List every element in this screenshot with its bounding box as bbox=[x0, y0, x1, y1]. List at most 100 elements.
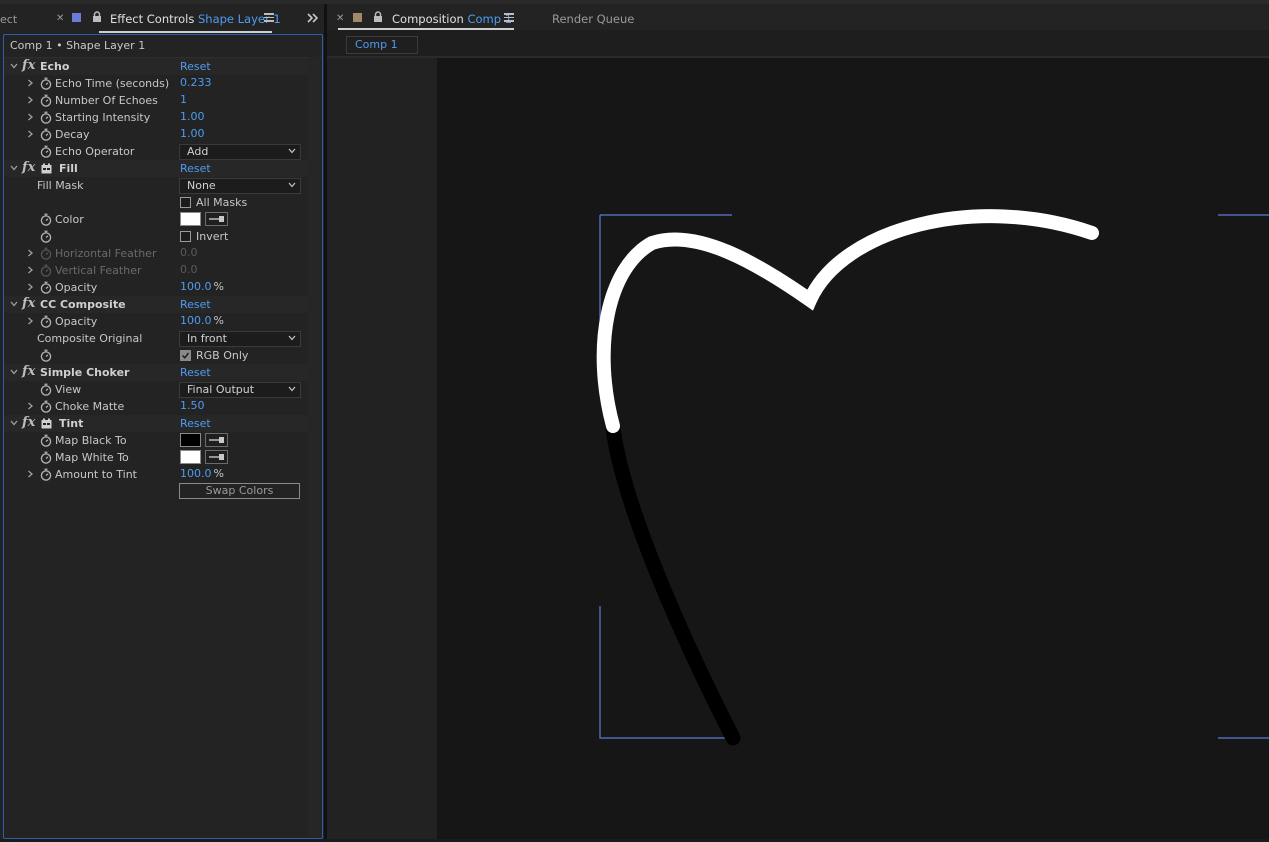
param-value: 0.0 bbox=[180, 263, 198, 276]
stopwatch-icon[interactable] bbox=[40, 434, 52, 447]
comp-artwork bbox=[596, 209, 1269, 746]
stopwatch-icon[interactable] bbox=[40, 468, 52, 481]
param-name: Echo Time (seconds) bbox=[55, 77, 170, 90]
eyedropper-icon[interactable] bbox=[205, 433, 228, 447]
expand-chevron-icon[interactable] bbox=[26, 266, 34, 274]
chevron-down-icon bbox=[288, 335, 296, 341]
stopwatch-icon[interactable] bbox=[40, 281, 52, 294]
param-unit: % bbox=[213, 280, 224, 293]
viewer-subbar bbox=[327, 30, 1269, 56]
effect-name[interactable]: Echo bbox=[40, 60, 69, 73]
param-value[interactable]: 0.233 bbox=[180, 76, 212, 89]
param-value-number: 100.0 bbox=[180, 314, 212, 327]
color-swatch[interactable] bbox=[180, 212, 201, 226]
stopwatch-icon[interactable] bbox=[40, 349, 52, 362]
expand-chevron-icon[interactable] bbox=[26, 113, 34, 121]
collapse-chevron-icon[interactable] bbox=[10, 164, 18, 172]
stopwatch-icon[interactable] bbox=[40, 77, 52, 90]
preset-icon bbox=[41, 163, 52, 174]
close-tab-icon[interactable]: ✕ bbox=[56, 13, 64, 24]
black-stroke[interactable] bbox=[605, 420, 741, 746]
stopwatch-icon[interactable] bbox=[40, 128, 52, 141]
collapse-chevron-icon[interactable] bbox=[10, 368, 18, 376]
bounds-corner-bottom-left[interactable] bbox=[599, 606, 732, 739]
tab-effect-controls[interactable]: Effect Controls Shape Layer 1 bbox=[110, 12, 281, 26]
expand-chevron-icon[interactable] bbox=[26, 79, 34, 87]
effect-name[interactable]: Fill bbox=[59, 162, 78, 175]
stopwatch-icon[interactable] bbox=[40, 400, 52, 413]
stopwatch-icon[interactable] bbox=[40, 264, 52, 277]
viewer-comp-tab[interactable]: Comp 1 bbox=[346, 36, 418, 54]
composition-lock-icon[interactable] bbox=[372, 11, 384, 23]
collapse-chevron-icon[interactable] bbox=[10, 419, 18, 427]
stopwatch-icon[interactable] bbox=[40, 145, 52, 158]
param-checkbox[interactable] bbox=[180, 231, 191, 242]
eyedropper-icon[interactable] bbox=[205, 450, 228, 464]
expand-panels-icon[interactable] bbox=[307, 13, 319, 23]
param-value[interactable]: 100.0% bbox=[180, 467, 224, 480]
effect-param-row: Vertical Feather 0.0 bbox=[4, 262, 308, 279]
param-value[interactable]: 1 bbox=[180, 93, 187, 106]
param-unit: % bbox=[213, 467, 224, 480]
param-value[interactable]: 100.0% bbox=[180, 280, 224, 293]
color-swatch[interactable] bbox=[180, 433, 201, 447]
param-value[interactable]: 1.00 bbox=[180, 110, 205, 123]
expand-chevron-icon[interactable] bbox=[26, 249, 34, 257]
param-dropdown[interactable]: Final Output bbox=[179, 382, 301, 398]
preset-icon bbox=[41, 418, 52, 429]
param-value[interactable]: 100.0% bbox=[180, 314, 224, 327]
stopwatch-icon[interactable] bbox=[40, 94, 52, 107]
swap-colors-button[interactable]: Swap Colors bbox=[179, 483, 300, 499]
white-stroke[interactable] bbox=[596, 209, 1099, 433]
param-value[interactable]: 1.00 bbox=[180, 127, 205, 140]
param-dropdown[interactable]: None bbox=[179, 178, 301, 194]
lock-icon[interactable] bbox=[91, 11, 103, 23]
stopwatch-icon[interactable] bbox=[40, 230, 52, 243]
panel-menu-icon[interactable] bbox=[264, 13, 274, 22]
tab-composition[interactable]: Composition Comp 1 bbox=[392, 12, 512, 26]
reset-link[interactable]: Reset bbox=[180, 162, 211, 175]
composition-menu-icon[interactable] bbox=[504, 13, 514, 22]
effect-name[interactable]: Tint bbox=[59, 417, 83, 430]
param-dropdown[interactable]: In front bbox=[179, 331, 301, 347]
effect-name[interactable]: Simple Choker bbox=[40, 366, 129, 379]
expand-chevron-icon[interactable] bbox=[26, 402, 34, 410]
eyedropper-icon[interactable] bbox=[205, 212, 228, 226]
param-name: Color bbox=[55, 213, 84, 226]
collapse-chevron-icon[interactable] bbox=[10, 62, 18, 70]
close-composition-icon[interactable]: ✕ bbox=[336, 13, 344, 24]
panel-scrollbar[interactable] bbox=[308, 57, 321, 837]
param-checkbox[interactable] bbox=[180, 197, 191, 208]
effect-param-row: Map Black To bbox=[4, 432, 308, 449]
dropdown-value: In front bbox=[187, 332, 227, 345]
stopwatch-icon[interactable] bbox=[40, 315, 52, 328]
reset-link[interactable]: Reset bbox=[180, 417, 211, 430]
reset-link[interactable]: Reset bbox=[180, 60, 211, 73]
reset-link[interactable]: Reset bbox=[180, 366, 211, 379]
stopwatch-icon[interactable] bbox=[40, 247, 52, 260]
effect-param-row: Composite Original In front bbox=[4, 330, 308, 347]
param-value: 0.0 bbox=[180, 246, 198, 259]
check-icon bbox=[181, 352, 190, 359]
stopwatch-icon[interactable] bbox=[40, 451, 52, 464]
expand-chevron-icon[interactable] bbox=[26, 283, 34, 291]
expand-chevron-icon[interactable] bbox=[26, 96, 34, 104]
effect-name[interactable]: CC Composite bbox=[40, 298, 126, 311]
effect-param-row: Choke Matte 1.50 bbox=[4, 398, 308, 415]
stopwatch-icon[interactable] bbox=[40, 383, 52, 396]
tab-render-queue[interactable]: Render Queue bbox=[552, 12, 634, 26]
collapse-chevron-icon[interactable] bbox=[10, 300, 18, 308]
expand-chevron-icon[interactable] bbox=[26, 470, 34, 478]
expand-chevron-icon[interactable] bbox=[26, 130, 34, 138]
composition-canvas[interactable] bbox=[437, 58, 1269, 839]
color-swatch[interactable] bbox=[180, 450, 201, 464]
stopwatch-icon[interactable] bbox=[40, 111, 52, 124]
expand-chevron-icon[interactable] bbox=[26, 317, 34, 325]
stopwatch-icon[interactable] bbox=[40, 213, 52, 226]
param-value[interactable]: 1.50 bbox=[180, 399, 205, 412]
truncated-tab[interactable]: ect bbox=[0, 13, 17, 26]
param-checkbox[interactable] bbox=[180, 350, 191, 361]
param-dropdown[interactable]: Add bbox=[179, 144, 301, 160]
reset-link[interactable]: Reset bbox=[180, 298, 211, 311]
dropdown-value: None bbox=[187, 179, 216, 192]
